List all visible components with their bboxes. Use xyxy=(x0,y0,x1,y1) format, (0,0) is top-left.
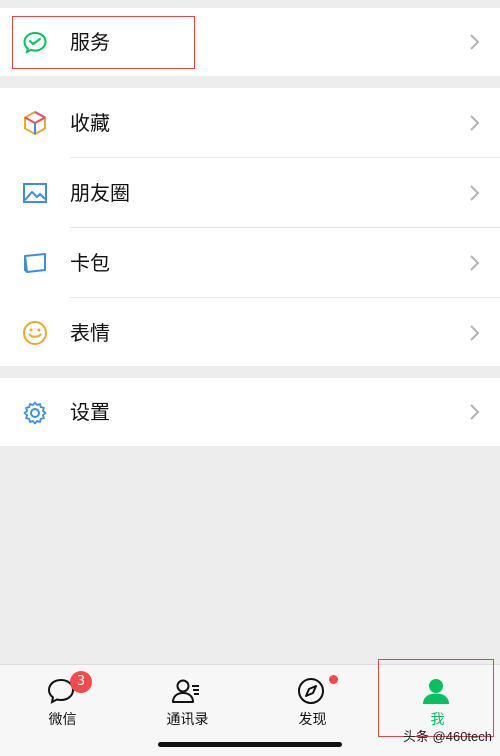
home-indicator xyxy=(158,742,342,747)
cube-icon xyxy=(24,111,46,135)
menu-item-cards[interactable]: 卡包 xyxy=(0,228,500,298)
tab-me[interactable]: 我 xyxy=(375,665,500,735)
tab-label-chats: 微信 xyxy=(48,712,77,728)
gear-icon xyxy=(23,401,47,425)
smiley-icon xyxy=(23,321,47,345)
menu-item-services[interactable]: 服务 xyxy=(0,8,500,76)
chevron-right-icon xyxy=(470,34,480,50)
contacts-icon xyxy=(172,679,199,703)
menu-item-moments[interactable]: 朋友圈 xyxy=(0,158,500,228)
card-icon xyxy=(24,253,46,273)
notification-dot xyxy=(329,675,338,684)
menu-label-cards: 卡包 xyxy=(70,251,110,275)
menu-item-settings[interactable]: 设置 xyxy=(0,378,500,446)
menu-label-services: 服务 xyxy=(70,30,110,54)
chevron-right-icon xyxy=(470,325,480,341)
compass-icon xyxy=(298,678,324,704)
menu-label-moments: 朋友圈 xyxy=(70,181,130,205)
tab-contacts[interactable]: 通讯录 xyxy=(125,665,250,735)
tab-label-discover: 发现 xyxy=(298,712,327,728)
watermark: 头条 @460tech xyxy=(402,729,492,744)
chevron-right-icon xyxy=(470,404,480,420)
chevron-right-icon xyxy=(470,255,480,271)
menu-item-favorites[interactable]: 收藏 xyxy=(0,88,500,158)
menu-label-stickers: 表情 xyxy=(70,321,110,345)
tab-label-contacts: 通讯录 xyxy=(166,712,209,728)
wechat-pay-icon xyxy=(23,31,47,54)
menu-label-favorites: 收藏 xyxy=(70,111,110,135)
menu-item-stickers[interactable]: 表情 xyxy=(0,298,500,368)
settings-group: 设置 xyxy=(0,378,500,446)
person-icon xyxy=(423,679,449,704)
chevron-right-icon xyxy=(470,185,480,201)
tab-chats[interactable]: 3 微信 xyxy=(0,665,125,735)
chevron-right-icon xyxy=(470,115,480,131)
services-group: 服务 xyxy=(0,8,500,76)
features-group: 收藏 朋友圈 卡包 表情 xyxy=(0,88,500,366)
menu-label-settings: 设置 xyxy=(70,400,110,424)
image-icon xyxy=(23,183,47,203)
unread-badge: 3 xyxy=(70,671,92,693)
tab-discover[interactable]: 发现 xyxy=(250,665,375,735)
